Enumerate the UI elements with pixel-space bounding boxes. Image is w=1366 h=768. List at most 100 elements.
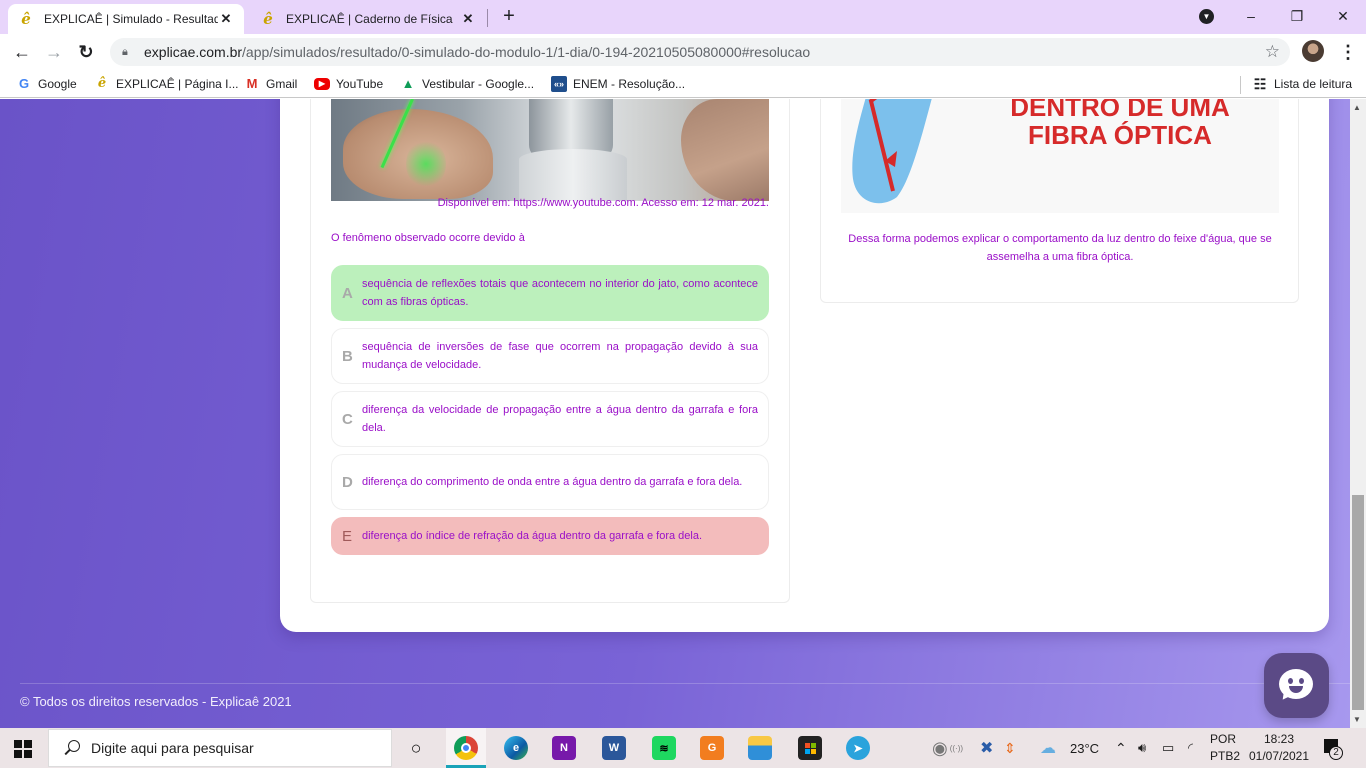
windows-taskbar: Digite aqui para pesquisar ○ e N W ≋ G ➤… xyxy=(0,728,1366,768)
chrome-icon[interactable] xyxy=(454,736,478,760)
system-clock[interactable]: 18:23 01/07/2021 xyxy=(1244,731,1314,765)
onenote-icon[interactable]: N xyxy=(552,736,576,760)
forward-arrow-icon[interactable]: → xyxy=(40,38,68,66)
close-window-button[interactable]: ✕ xyxy=(1320,0,1366,32)
back-arrow-icon[interactable]: ← xyxy=(8,38,36,66)
word-icon[interactable]: W xyxy=(602,736,626,760)
bookmark-vestibular[interactable]: ▲ Vestibular - Google... xyxy=(400,75,535,93)
volume-icon[interactable]: 🔊︎ xyxy=(1138,728,1146,768)
explicae-icon: ê xyxy=(21,10,31,28)
microsoft-store-icon[interactable] xyxy=(798,736,822,760)
google-drive-icon: ▲ xyxy=(401,76,415,91)
option-letter: A xyxy=(342,284,353,302)
option-letter: B xyxy=(342,347,353,365)
telegram-icon[interactable]: ➤ xyxy=(846,736,870,760)
lock-icon: 🔒︎ xyxy=(122,45,128,58)
cortana-icon[interactable]: ○ xyxy=(404,736,428,760)
bookmark-label: Gmail xyxy=(266,77,298,91)
address-bar[interactable]: 🔒︎ explicae.com.br/app/simulados/resulta… xyxy=(110,38,1290,66)
maximize-button[interactable]: ❐ xyxy=(1274,0,1320,32)
tray-tools-icon[interactable]: ✖ xyxy=(980,728,993,768)
explicae-icon: ê xyxy=(97,76,107,91)
notification-center-icon[interactable]: 2 xyxy=(1322,737,1343,760)
result-card: Disponível em: https://www.youtube.com. … xyxy=(280,99,1329,632)
reload-icon[interactable]: ↻ xyxy=(72,38,100,66)
taskbar-search-input[interactable]: Digite aqui para pesquisar xyxy=(48,729,392,767)
minimize-button[interactable]: – xyxy=(1228,0,1274,32)
language-indicator[interactable]: POR PTB2 xyxy=(1210,731,1242,765)
option-c[interactable]: C diferença da velocidade de propagação … xyxy=(331,391,769,447)
diagram-line: DENTRO DE UMA xyxy=(1010,99,1230,122)
tray-updown-icon[interactable]: ⇕ xyxy=(1004,728,1016,768)
tray-expand-icon[interactable]: ⌃ xyxy=(1115,728,1127,768)
foxit-pdf-icon[interactable]: G xyxy=(700,736,724,760)
scrollbar-thumb[interactable] xyxy=(1352,495,1364,710)
profile-avatar[interactable] xyxy=(1302,40,1324,62)
page-background: Disponível em: https://www.youtube.com. … xyxy=(0,99,1350,728)
option-letter: D xyxy=(342,473,353,491)
bookmark-gmail[interactable]: M Gmail xyxy=(244,75,298,93)
tab-search-icon[interactable]: ▼ xyxy=(1199,9,1214,24)
option-e[interactable]: E diferença do índice de refração da águ… xyxy=(331,517,769,555)
scroll-up-arrow-icon[interactable]: ▲ xyxy=(1353,103,1361,112)
question-prompt: O fenômeno observado ocorre devido à xyxy=(331,232,525,244)
bookmark-label: Vestibular - Google... xyxy=(422,77,535,91)
url-host: explicae.com.br xyxy=(144,44,243,60)
browser-menu-icon[interactable]: ⋮ xyxy=(1338,40,1358,64)
bookmark-label: EXPLICAÊ | Página I... xyxy=(116,77,239,91)
keyboard-layout: PTB2 xyxy=(1210,749,1241,763)
close-tab-icon[interactable]: ✕ xyxy=(218,11,234,27)
edge-icon[interactable]: e xyxy=(504,736,528,760)
tab-simulado-resultados[interactable]: ê EXPLICAÊ | Simulado - Resultados ✕ xyxy=(8,4,244,34)
light-path-drawing xyxy=(852,99,932,204)
gmail-icon: M xyxy=(246,76,258,91)
spotify-icon[interactable]: ≋ xyxy=(652,736,676,760)
wifi-icon[interactable]: ◜ xyxy=(1188,728,1193,768)
bookmark-explicae[interactable]: ê EXPLICAÊ | Página I... xyxy=(94,75,239,93)
resolution-panel: TRAJETÓRIA DA LUZ DENTRO DE UMA FIBRA ÓP… xyxy=(820,99,1299,303)
option-letter: C xyxy=(342,410,353,428)
option-b[interactable]: B sequência de inversões de fase que oco… xyxy=(331,328,769,384)
tab-caderno-de-fisica[interactable]: ê EXPLICAÊ | Caderno de Física ✕ xyxy=(250,4,486,34)
clock-date: 01/07/2021 xyxy=(1248,749,1310,763)
clock-time: 18:23 xyxy=(1263,732,1295,746)
explicae-icon: ê xyxy=(263,10,273,28)
windows-start-icon[interactable] xyxy=(14,740,32,758)
scroll-down-arrow-icon[interactable]: ▼ xyxy=(1353,715,1361,724)
question-photo xyxy=(331,99,769,201)
reading-list-label: Lista de leitura xyxy=(1274,77,1353,91)
bookmark-google[interactable]: G Google xyxy=(16,75,77,93)
option-d[interactable]: D diferença do comprimento de onda entre… xyxy=(331,454,769,510)
new-tab-button[interactable]: + xyxy=(498,5,520,27)
bookmark-star-icon[interactable]: ☆ xyxy=(1265,42,1280,62)
footer-copyright: © Todos os direitos reservados - Explica… xyxy=(20,694,292,709)
diagram-title: TRAJETÓRIA DA LUZ DENTRO DE UMA FIBRA ÓP… xyxy=(961,99,1279,149)
close-tab-icon[interactable]: ✕ xyxy=(460,11,476,27)
page-scrollbar[interactable]: ▲ ▼ xyxy=(1350,99,1366,728)
tray-webcam-icon[interactable]: ◉ ((·)) xyxy=(932,728,963,768)
option-text: diferença do comprimento de onda entre a… xyxy=(362,476,743,488)
google-icon: G xyxy=(18,76,30,91)
reading-list-button[interactable]: ☷ Lista de leitura xyxy=(1252,75,1352,93)
tab-title: EXPLICAÊ | Caderno de Física xyxy=(286,12,453,26)
notification-count-badge: 2 xyxy=(1329,746,1343,760)
image-source-caption: Disponível em: https://www.youtube.com. … xyxy=(437,197,769,209)
weather-icon[interactable]: ☁ xyxy=(1040,728,1056,768)
diagram-line: FIBRA ÓPTICA xyxy=(1028,120,1212,150)
fiber-optic-diagram: TRAJETÓRIA DA LUZ DENTRO DE UMA FIBRA ÓP… xyxy=(841,99,1279,213)
resolution-explanation: Dessa forma podemos explicar o comportam… xyxy=(848,233,1272,263)
option-text: sequência de inversões de fase que ocorr… xyxy=(362,341,758,371)
youtube-icon: ▶ xyxy=(314,78,330,90)
question-panel: Disponível em: https://www.youtube.com. … xyxy=(310,99,790,603)
tab-separator xyxy=(487,9,488,27)
bookmark-youtube[interactable]: ▶ YouTube xyxy=(314,75,383,93)
bookmark-label: Google xyxy=(38,77,77,91)
battery-icon[interactable]: ▭ xyxy=(1162,728,1174,768)
chat-support-button[interactable] xyxy=(1264,653,1329,718)
option-a[interactable]: A sequência de reflexões totais que acon… xyxy=(331,265,769,321)
option-letter: E xyxy=(342,527,353,545)
bookmark-enem[interactable]: «» ENEM - Resolução... xyxy=(551,75,685,93)
weather-temperature[interactable]: 23°C xyxy=(1070,728,1099,768)
url-path: /app/simulados/resultado/0-simulado-do-m… xyxy=(242,44,811,60)
file-explorer-icon[interactable] xyxy=(748,736,772,760)
